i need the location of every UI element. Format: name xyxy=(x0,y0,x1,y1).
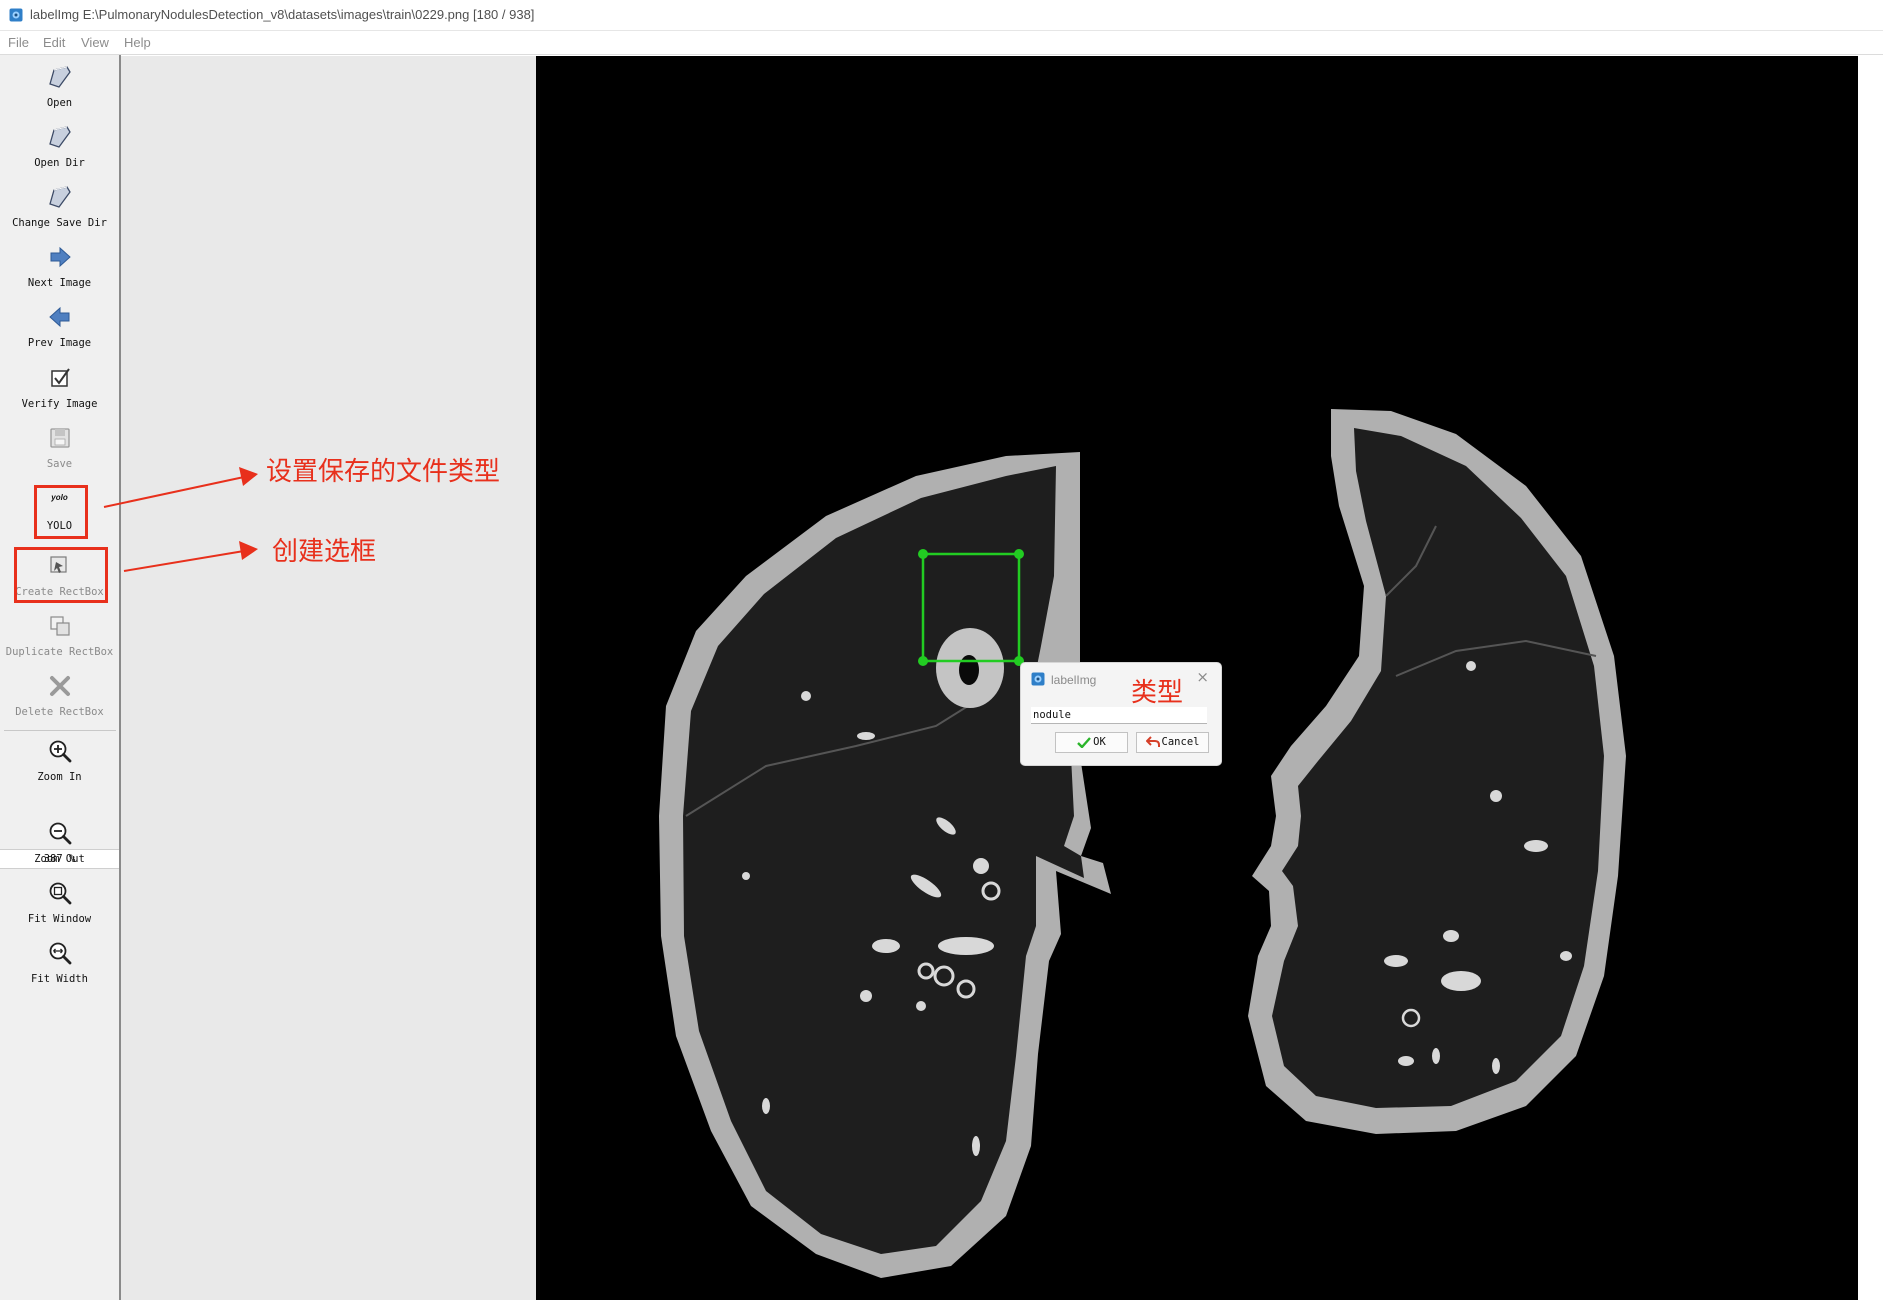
annotation-save-format: 设置保存的文件类型 xyxy=(266,457,501,487)
arrow-to-create-rectbox xyxy=(123,541,258,572)
label-dialog: labelImg × OK Cancel xyxy=(1020,662,1222,766)
dialog-close-icon[interactable]: × xyxy=(1196,668,1209,686)
cancel-label: Cancel xyxy=(1161,736,1200,748)
annotation-create-box: 创建选框 xyxy=(272,537,377,567)
label-input[interactable] xyxy=(1031,707,1207,724)
ok-label: OK xyxy=(1093,736,1106,748)
arrow-to-format xyxy=(103,467,258,508)
ok-button[interactable]: OK xyxy=(1055,732,1128,753)
dialog-title: labelImg xyxy=(1051,673,1097,687)
check-icon xyxy=(1077,736,1092,749)
cancel-button[interactable]: Cancel xyxy=(1136,732,1209,753)
dialog-app-icon xyxy=(1031,672,1045,686)
annotation-type: 类型 xyxy=(1131,678,1184,708)
annotation-arrows-layer xyxy=(103,467,1117,707)
undo-arrow-icon xyxy=(1145,736,1160,747)
